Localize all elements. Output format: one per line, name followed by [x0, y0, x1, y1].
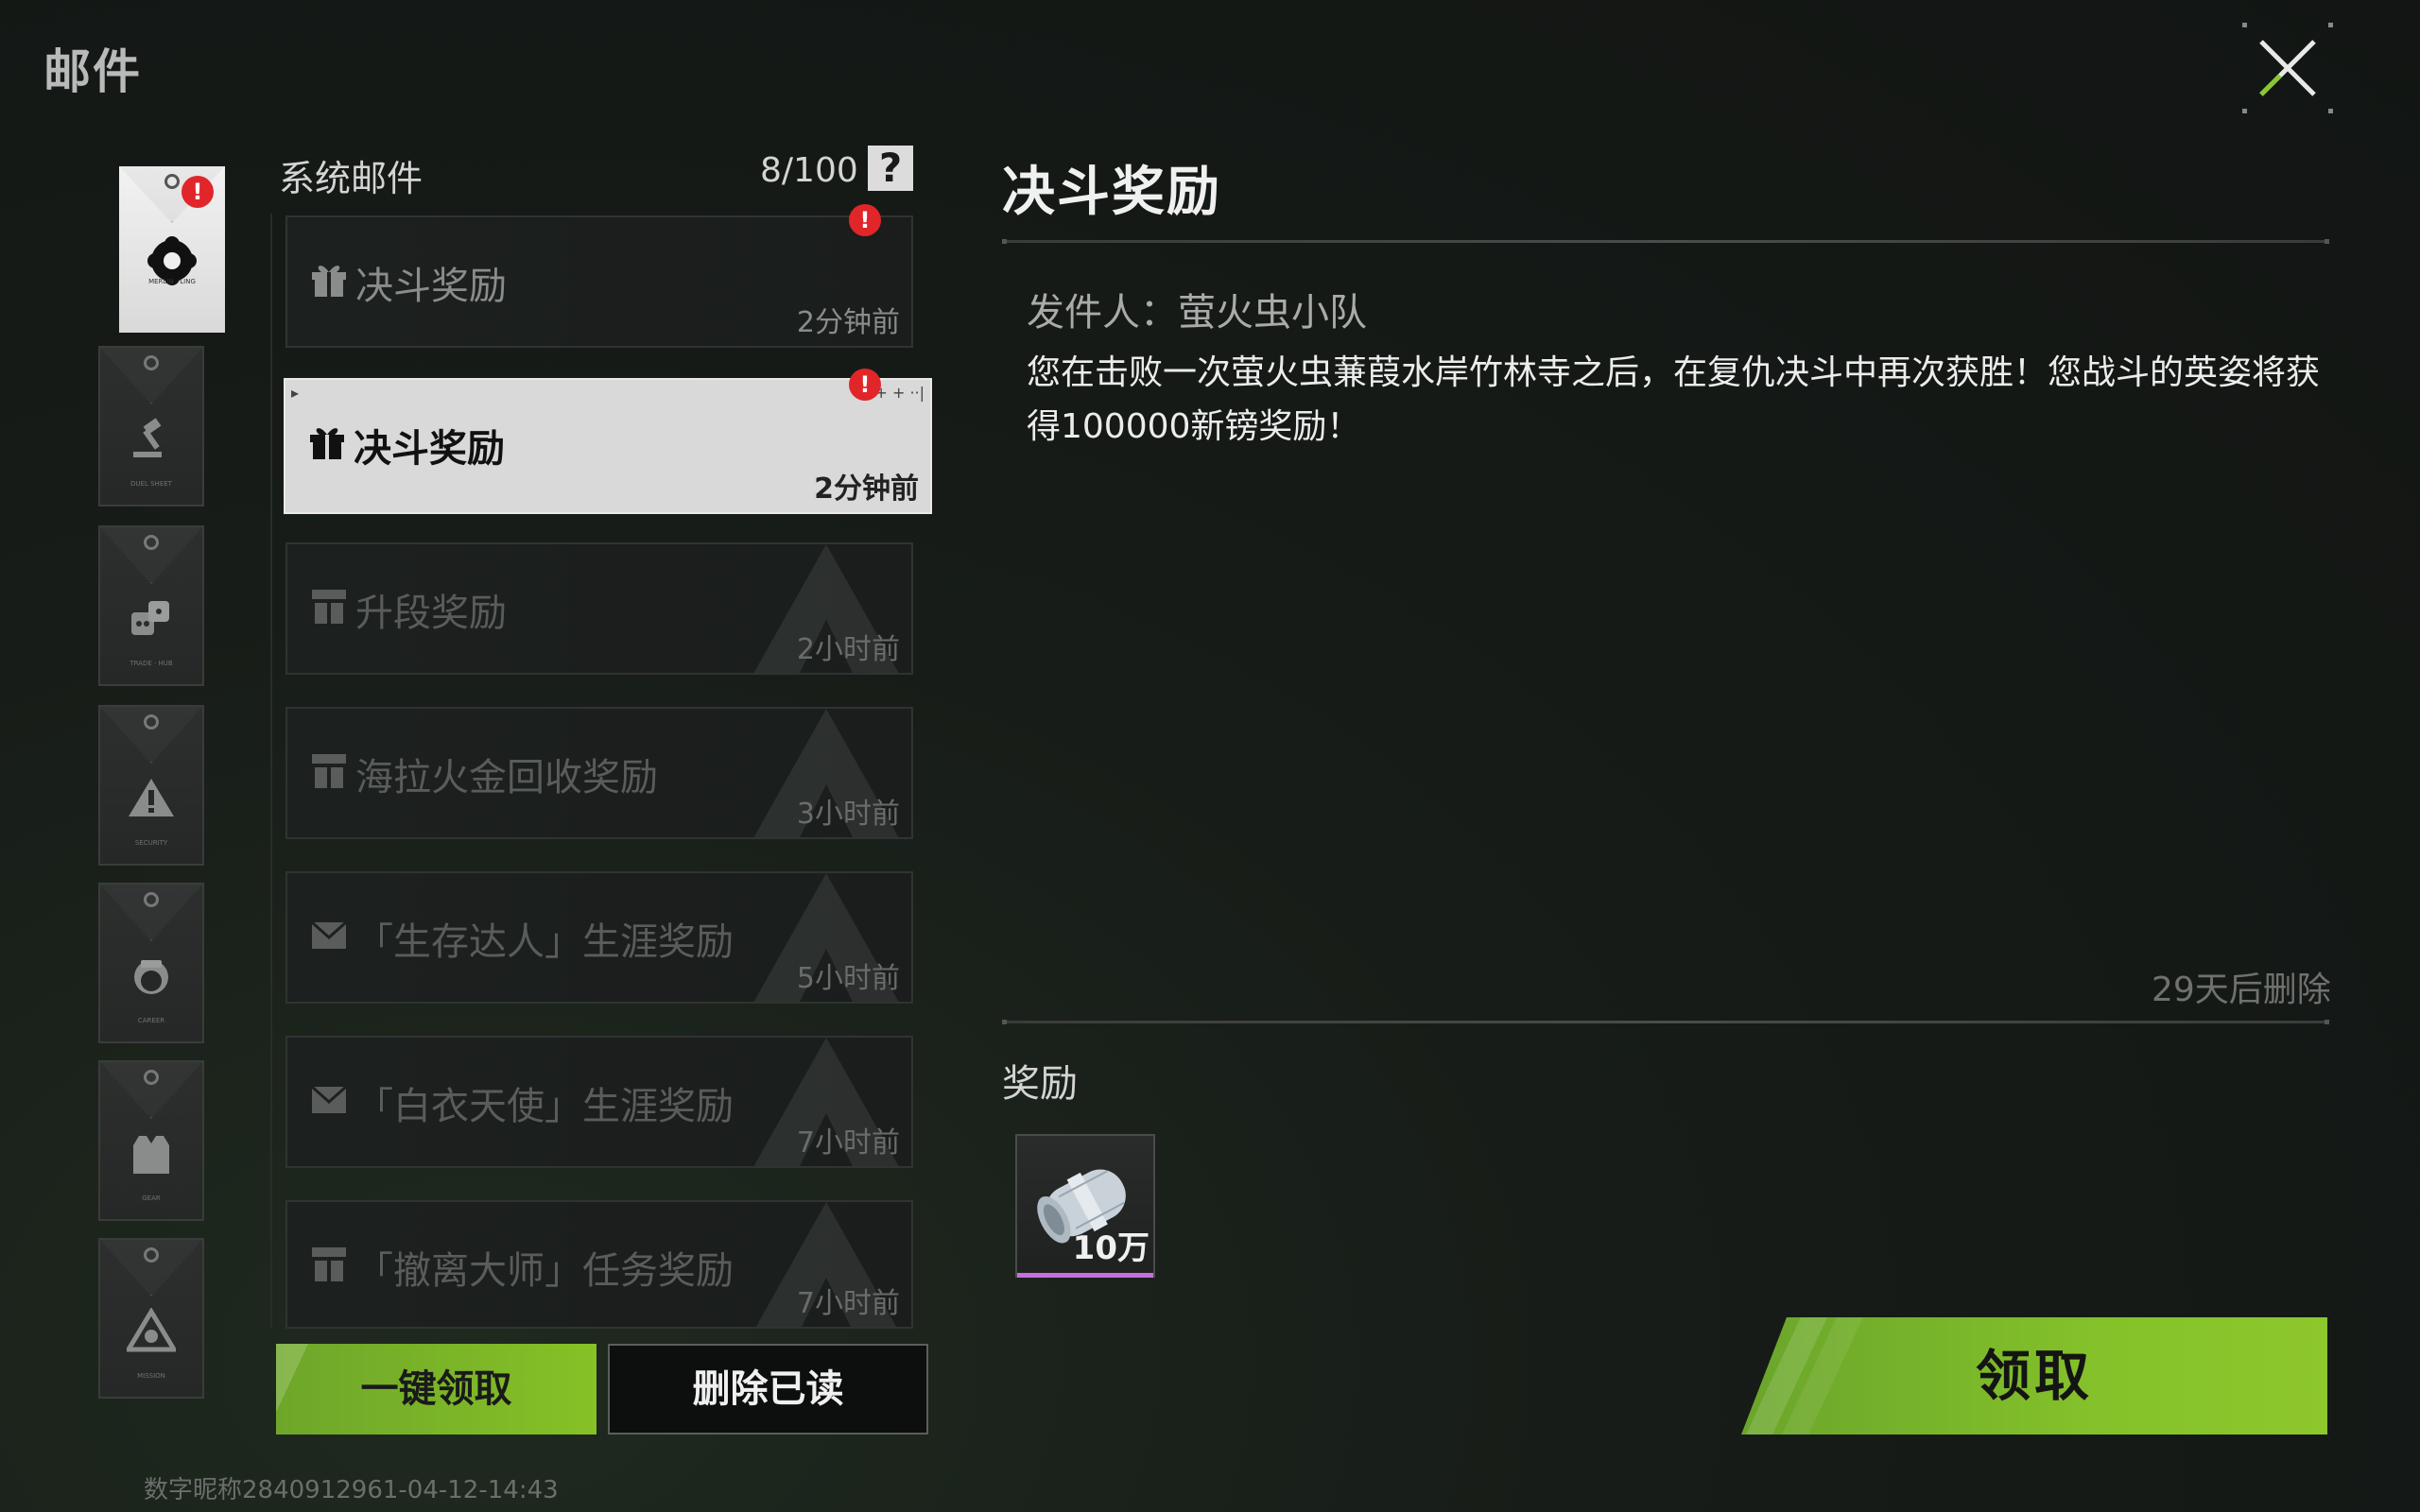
category-tab-warning[interactable]: SECURITY [98, 705, 204, 866]
mail-sender: 发件人：萤火虫小队 [1027, 291, 1367, 335]
unread-badge: ! [849, 369, 881, 401]
vest-icon [133, 1136, 169, 1174]
gift-icon [310, 428, 344, 459]
category-tab-duel[interactable]: DUEL SHEET [98, 346, 204, 507]
mail-title: 「撤离大师」任务奖励 [355, 1249, 734, 1293]
delete-read-button[interactable]: 删除已读 [608, 1344, 928, 1435]
mail-count: 8/100 [760, 151, 858, 190]
quality-bar [1017, 1273, 1153, 1278]
mail-time: 3小时前 [796, 798, 900, 831]
category-tab-event[interactable]: TRADE · HUB [98, 525, 204, 686]
unread-badge: ! [849, 204, 881, 236]
claim-button[interactable]: 领取 [1741, 1317, 2327, 1435]
dice-icon [131, 601, 169, 635]
gift-open-icon [312, 1247, 346, 1281]
warning-icon [129, 779, 174, 816]
envelope-open-icon [311, 1085, 347, 1113]
mail-body: 您在击败一次萤火虫蒹葭水岸竹林寺之后，在复仇决斗中再次获胜！您战斗的英姿将获得1… [1027, 353, 2321, 446]
mail-item[interactable]: 「撤离大师」任务奖励 7小时前 [285, 1200, 913, 1329]
category-tab-career[interactable]: CAREER [98, 883, 204, 1043]
mail-title: 海拉火金回收奖励 [355, 756, 658, 799]
category-tab-mission[interactable]: MISSION [98, 1238, 204, 1399]
mail-time: 7小时前 [796, 1126, 900, 1160]
player-watermark: 数字昵称2840912961-04-12-14:43 [144, 1476, 559, 1504]
mail-title: 升段奖励 [355, 592, 507, 635]
mail-time: 2小时前 [796, 633, 900, 666]
mail-time: 7小时前 [796, 1287, 900, 1320]
divider [1002, 239, 2329, 244]
mail-detail-title: 决斗奖励 [1002, 162, 1221, 223]
gavel-icon [133, 418, 162, 457]
mail-time: 5小时前 [796, 962, 900, 995]
mail-item[interactable]: 决斗奖励 2分钟前 [285, 215, 913, 348]
list-title: 系统邮件 [279, 158, 424, 199]
mail-item[interactable]: 「白衣天使」生涯奖励 7小时前 [285, 1036, 913, 1168]
mail-title: 决斗奖励 [354, 427, 505, 471]
close-icon [2259, 40, 2316, 96]
help-icon[interactable]: ? [868, 146, 913, 191]
gift-open-icon [312, 590, 346, 624]
close-button[interactable] [2242, 23, 2333, 113]
mail-item[interactable]: 海拉火金回收奖励 3小时前 [285, 707, 913, 839]
unread-badge: ! [182, 176, 214, 208]
claim-button-label: 领取 [1975, 1344, 2093, 1408]
category-tab-system[interactable]: MERLIN · LING ! [119, 166, 225, 333]
claim-all-button[interactable]: 一键领取 [276, 1344, 596, 1435]
mail-item[interactable]: 升段奖励 2小时前 [285, 542, 913, 675]
list-scroll-track [270, 214, 272, 1329]
page-title: 邮件 [43, 44, 142, 99]
reward-item[interactable]: 10万 [1015, 1134, 1155, 1278]
mail-title: 「生存达人」生涯奖励 [355, 920, 734, 964]
divider [1002, 1020, 2329, 1024]
triangle-eye-icon [127, 1308, 176, 1352]
gift-icon [312, 266, 346, 297]
mail-title: 「白衣天使」生涯奖励 [355, 1085, 734, 1128]
mail-time: 2分钟前 [814, 472, 919, 506]
mail-item[interactable]: 「生存达人」生涯奖励 5小时前 [285, 871, 913, 1004]
nurse-icon [134, 960, 168, 994]
mail-title: 决斗奖励 [355, 265, 507, 308]
category-tab-gear[interactable]: GEAR [98, 1060, 204, 1221]
gift-open-icon [312, 754, 346, 788]
mail-time: 2分钟前 [796, 306, 900, 339]
reward-quantity: 10万 [1072, 1229, 1150, 1267]
mail-item-selected[interactable]: ▸ + + ··| 决斗奖励 2分钟前 [284, 378, 932, 514]
rewards-label: 奖励 [1002, 1062, 1078, 1106]
envelope-open-icon [311, 920, 347, 949]
expire-notice: 29天后删除 [2152, 971, 2331, 1009]
